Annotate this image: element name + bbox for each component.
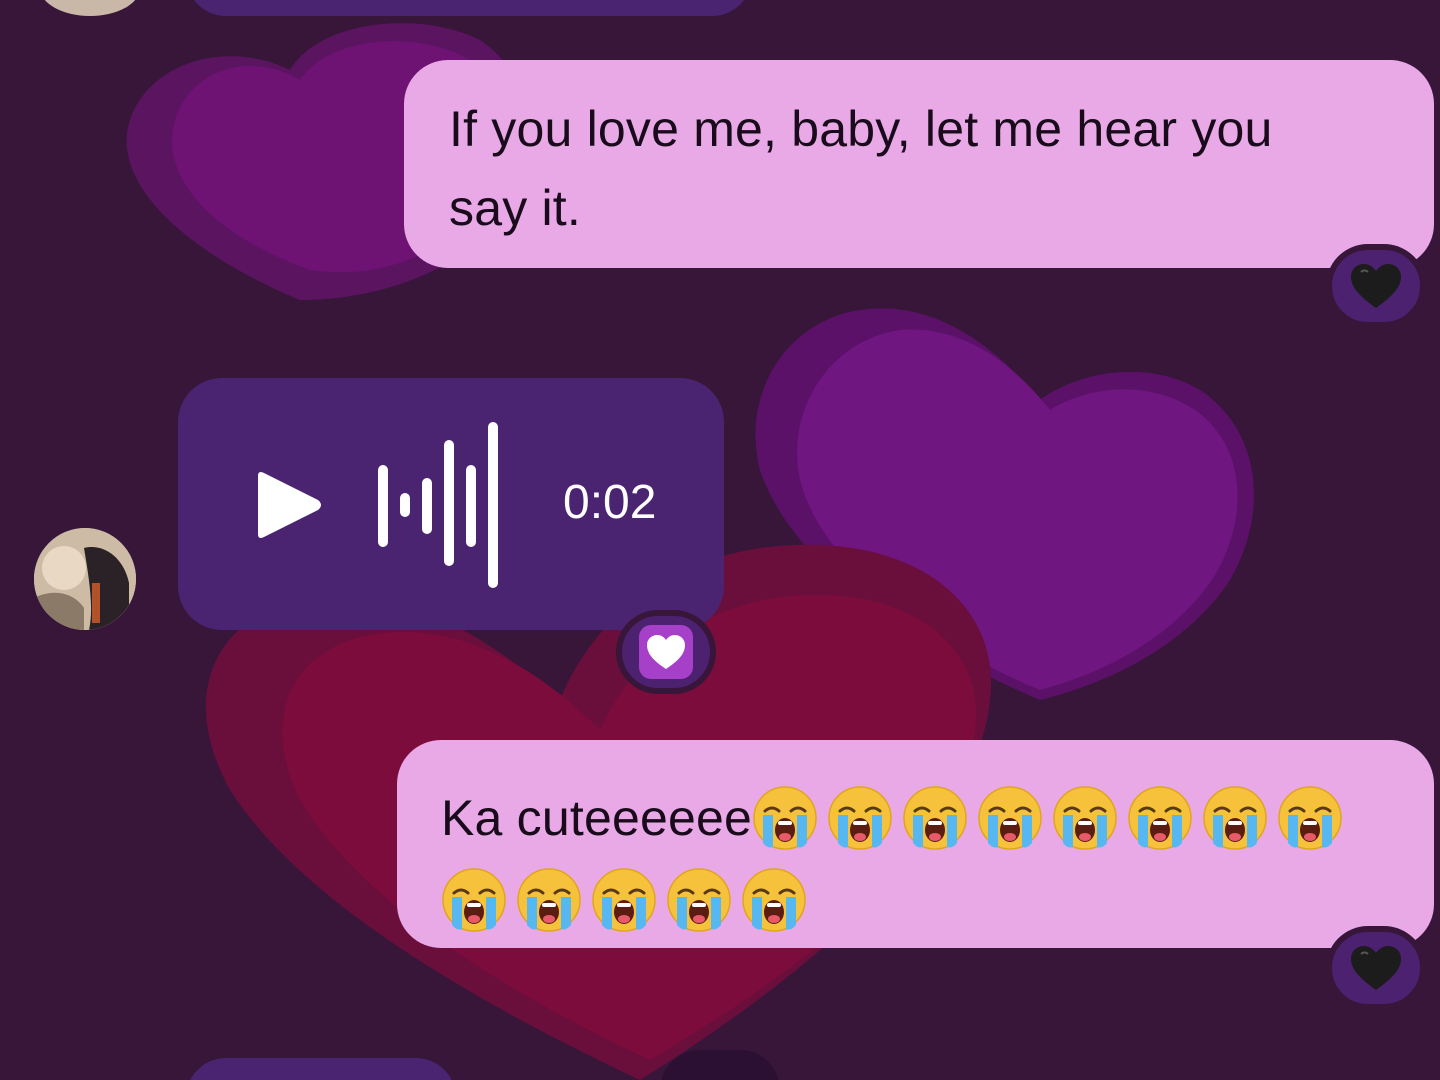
loudly-crying-face-icon [441, 867, 507, 933]
avatar-photo [34, 528, 136, 630]
reaction-purple-heart[interactable] [616, 610, 716, 694]
play-icon[interactable] [254, 470, 324, 540]
loudly-crying-face-icon [741, 867, 807, 933]
emoji-line-1: Ka cuteeeeee [441, 776, 1414, 856]
reaction-black-heart[interactable] [1326, 244, 1426, 328]
message-text: Ka cuteeeeee [441, 789, 752, 846]
loudly-crying-face-icon [827, 785, 893, 851]
next-message-stub[interactable] [186, 1058, 456, 1080]
loudly-crying-face-icon [977, 785, 1043, 851]
black-heart-icon [1351, 264, 1401, 308]
outgoing-message-bubble[interactable]: If you love me, baby, let me hear you sa… [404, 60, 1434, 268]
chat-screen: If you love me, baby, let me hear you sa… [0, 0, 1440, 1080]
loudly-crying-face-icon [1127, 785, 1193, 851]
purple-heart-icon [639, 625, 693, 679]
loudly-crying-face-icon [752, 785, 818, 851]
waveform-icon [378, 422, 498, 588]
message-text-line1: If you love me, baby, let me hear you [449, 101, 1273, 157]
loudly-crying-face-icon [1202, 785, 1268, 851]
black-heart-icon [1351, 946, 1401, 990]
emoji-line-2 [441, 858, 1414, 934]
loudly-crying-face-icon [516, 867, 582, 933]
loudly-crying-face-icon [666, 867, 732, 933]
previous-message-stub[interactable] [186, 0, 752, 16]
loudly-crying-face-icon [1052, 785, 1118, 851]
message-text-line2: say it. [449, 180, 581, 236]
loudly-crying-face-icon [1277, 785, 1343, 851]
sender-avatar[interactable] [34, 528, 136, 630]
reaction-black-heart-2[interactable] [1326, 926, 1426, 1010]
voice-duration: 0:02 [563, 476, 657, 529]
loudly-crying-face-icon [591, 867, 657, 933]
loudly-crying-face-icon [902, 785, 968, 851]
outgoing-message-bubble-emoji[interactable]: Ka cuteeeeee [397, 740, 1434, 948]
